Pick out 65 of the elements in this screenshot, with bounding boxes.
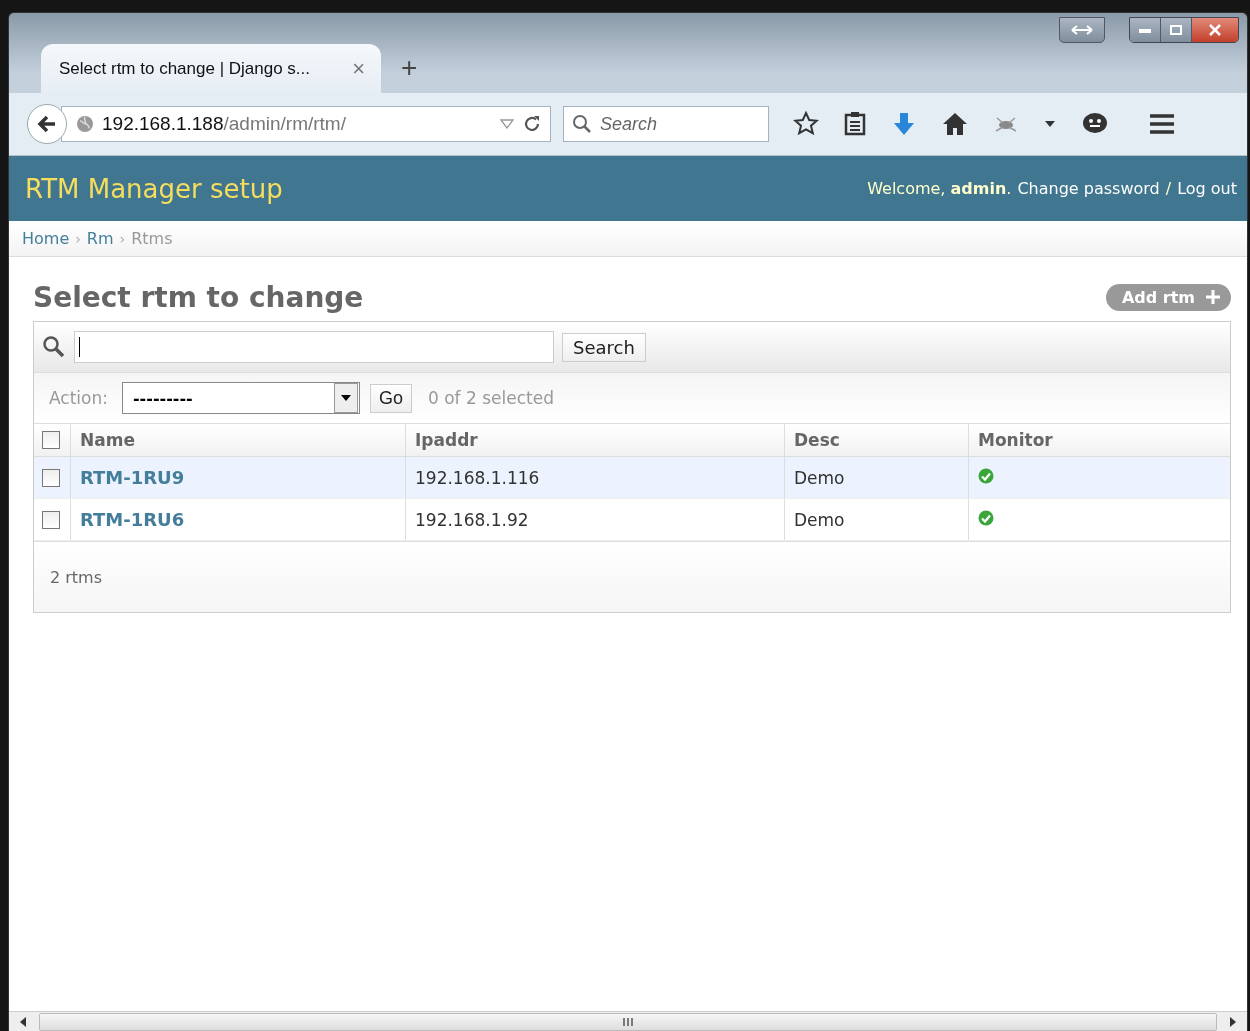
minimize-button[interactable] bbox=[1130, 18, 1161, 42]
home-icon[interactable] bbox=[941, 111, 969, 137]
tab-close-button[interactable]: × bbox=[352, 55, 365, 82]
page-title: Select rtm to change bbox=[33, 280, 364, 314]
action-select[interactable]: --------- bbox=[121, 382, 360, 414]
dropdown-icon[interactable] bbox=[500, 119, 514, 129]
tab-title: Select rtm to change | Django s... bbox=[59, 58, 312, 79]
maximize-button[interactable] bbox=[1161, 18, 1192, 42]
close-button[interactable] bbox=[1192, 18, 1238, 42]
maximize-icon bbox=[1170, 25, 1182, 35]
select-all-checkbox[interactable] bbox=[42, 431, 60, 449]
site-title: RTM Manager setup bbox=[25, 173, 283, 204]
breadcrumb-item[interactable]: Rm bbox=[86, 229, 114, 248]
action-label: Action: bbox=[49, 388, 108, 408]
column-header[interactable]: Desc bbox=[784, 424, 969, 457]
minimize-icon bbox=[1139, 27, 1151, 33]
column-header[interactable]: Ipaddr bbox=[405, 424, 785, 457]
back-arrow-icon bbox=[37, 115, 57, 133]
scroll-left-icon[interactable] bbox=[19, 1017, 27, 1027]
menu-icon[interactable] bbox=[1149, 113, 1175, 135]
search-icon bbox=[572, 114, 592, 134]
row-checkbox[interactable] bbox=[42, 468, 60, 487]
log-out-link[interactable]: Log out bbox=[1177, 179, 1237, 198]
breadcrumb-separator: › bbox=[75, 230, 81, 247]
selection-counter: 0 of 2 selected bbox=[428, 388, 554, 408]
result-count: 2 rtms bbox=[34, 541, 1230, 612]
column-header[interactable]: Monitor bbox=[968, 424, 1230, 457]
plus-icon bbox=[1205, 289, 1221, 305]
back-button[interactable] bbox=[27, 104, 67, 144]
download-arrow-icon[interactable] bbox=[891, 111, 917, 137]
search-icon bbox=[42, 335, 66, 359]
table-cell: 192.168.1.116 bbox=[405, 456, 785, 499]
row-checkbox[interactable] bbox=[42, 510, 60, 529]
table-cell: Demo bbox=[784, 456, 969, 499]
table-cell: 192.168.1.92 bbox=[405, 498, 785, 541]
breadcrumb-separator: › bbox=[119, 230, 126, 247]
table-cell: Demo bbox=[784, 498, 969, 541]
breadcrumb-item: Rtms bbox=[131, 229, 173, 248]
search-button[interactable]: Search bbox=[562, 332, 646, 362]
go-button[interactable]: Go bbox=[369, 383, 412, 413]
reload-icon[interactable] bbox=[522, 114, 542, 134]
grip-icon bbox=[622, 1017, 634, 1027]
rtm-name-link[interactable]: RTM-1RU6 bbox=[80, 509, 185, 530]
separator-text: / bbox=[1165, 179, 1172, 198]
browser-tab[interactable]: Select rtm to change | Django s... × bbox=[41, 44, 381, 93]
search-input[interactable] bbox=[74, 331, 554, 363]
globe-icon bbox=[76, 115, 94, 133]
bookmark-star-icon[interactable] bbox=[793, 111, 819, 137]
change-password-link[interactable]: Change password bbox=[1017, 179, 1160, 198]
close-icon bbox=[1209, 24, 1221, 36]
add-button[interactable]: Add rtm bbox=[1105, 283, 1231, 311]
caret-icon bbox=[340, 395, 351, 401]
welcome-text: Welcome, admin. bbox=[867, 179, 1012, 198]
clipboard-icon[interactable] bbox=[843, 111, 867, 137]
search-field[interactable]: Search bbox=[563, 106, 769, 142]
new-tab-button[interactable]: + bbox=[401, 52, 418, 84]
scroll-right-icon[interactable] bbox=[1229, 1017, 1237, 1027]
address-bar[interactable]: 192.168.1.188/admin/rm/rtm/ bbox=[61, 106, 551, 142]
breadcrumb-item[interactable]: Home bbox=[22, 229, 70, 248]
column-header[interactable]: Name bbox=[70, 424, 406, 457]
resize-button[interactable] bbox=[1059, 17, 1105, 43]
resize-icon bbox=[1071, 24, 1093, 36]
caret-icon[interactable] bbox=[1043, 119, 1057, 129]
rtm-name-link[interactable]: RTM-1RU9 bbox=[80, 467, 185, 488]
url-text: 192.168.1.188/admin/rm/rtm/ bbox=[102, 113, 347, 135]
